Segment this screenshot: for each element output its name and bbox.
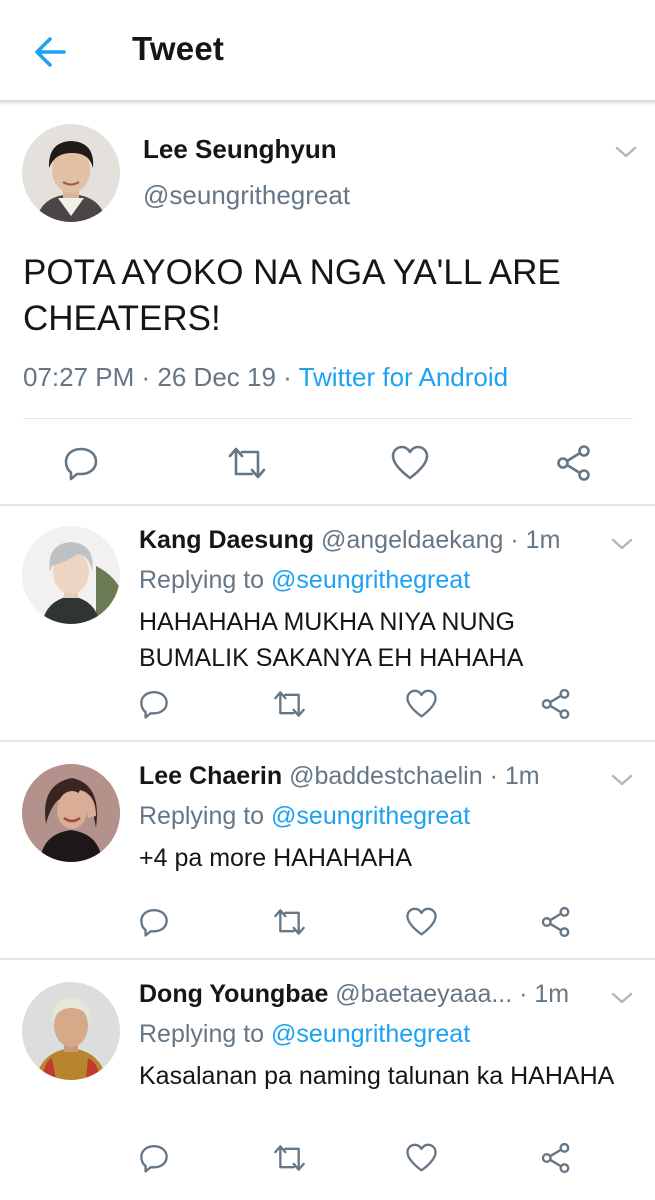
retweet-icon[interactable] <box>272 1142 307 1174</box>
retweet-icon[interactable] <box>226 444 268 482</box>
main-tweet: Lee Seunghyun @seungrithegreat POTA AYOK… <box>0 104 655 506</box>
reply-tweet[interactable]: Dong Youngbae @baetaeyaaa... · 1m Replyi… <box>0 960 655 1200</box>
retweet-icon[interactable] <box>272 906 307 938</box>
reply-author-handle[interactable]: @baddestchaelin · 1m <box>289 762 540 790</box>
share-icon[interactable] <box>540 906 572 938</box>
app-header: Tweet <box>0 0 655 102</box>
reply-text: HAHAHAHA MUKHA NIYA NUNG BUMALIK SAKANYA… <box>139 608 524 672</box>
replying-to: Replying to @seungrithegreat <box>139 802 470 831</box>
reply-author-name[interactable]: Dong Youngbae <box>139 980 328 1008</box>
author-name[interactable]: Lee Seunghyun <box>143 134 337 165</box>
divider <box>23 418 633 419</box>
reply-tweet[interactable]: Lee Chaerin @baddestchaelin · 1m Replyin… <box>0 742 655 960</box>
reply-text: +4 pa more HAHAHAHA <box>139 844 413 872</box>
share-icon[interactable] <box>540 1142 572 1174</box>
reply-author-handle[interactable]: @angeldaekang · 1m <box>321 526 560 554</box>
replying-to-mention[interactable]: @seungrithegreat <box>271 1020 470 1048</box>
tweet-source-link[interactable]: Twitter for Android <box>299 362 509 392</box>
page-title: Tweet <box>132 30 225 67</box>
chevron-down-icon[interactable] <box>609 772 635 788</box>
author-handle[interactable]: @seungrithegreat <box>143 180 350 211</box>
tweet-text: POTA AYOKO NA NGA YA'LL ARE CHEATERS! <box>23 253 561 338</box>
replying-to-label: Replying to <box>139 566 272 594</box>
replying-to-label: Replying to <box>139 1020 272 1048</box>
retweet-icon[interactable] <box>272 688 307 720</box>
avatar-dong-youngbae[interactable] <box>22 982 120 1080</box>
chevron-down-icon[interactable] <box>609 990 635 1006</box>
replying-to: Replying to @seungrithegreat <box>139 1020 470 1049</box>
replying-to-mention[interactable]: @seungrithegreat <box>271 802 470 830</box>
reply-header: Kang Daesung @angeldaekang · 1m <box>139 526 560 555</box>
tweet-meta: 07:27 PM · 26 Dec 19 · Twitter for Andro… <box>23 362 508 393</box>
avatar-kang-daesung[interactable] <box>22 526 120 624</box>
chevron-down-icon[interactable] <box>609 536 635 552</box>
reply-icon[interactable] <box>138 688 170 720</box>
like-heart-icon[interactable] <box>405 688 438 720</box>
share-icon[interactable] <box>540 688 572 720</box>
reply-text: Kasalanan pa naming talunan ka HAHAHA <box>139 1062 615 1090</box>
like-heart-icon[interactable] <box>405 906 438 938</box>
reply-header: Lee Chaerin @baddestchaelin · 1m <box>139 762 540 791</box>
avatar-lee-chaerin[interactable] <box>22 764 120 862</box>
replying-to-mention[interactable]: @seungrithegreat <box>271 566 470 594</box>
reply-header: Dong Youngbae @baetaeyaaa... · 1m <box>139 980 569 1009</box>
replying-to-label: Replying to <box>139 802 272 830</box>
back-arrow-icon[interactable] <box>30 32 74 72</box>
replying-to: Replying to @seungrithegreat <box>139 566 470 595</box>
like-heart-icon[interactable] <box>405 1142 438 1174</box>
reply-tweet[interactable]: Kang Daesung @angeldaekang · 1m Replying… <box>0 506 655 742</box>
reply-author-name[interactable]: Kang Daesung <box>139 526 314 554</box>
like-heart-icon[interactable] <box>390 444 430 482</box>
tweet-timestamp: 07:27 PM · 26 Dec 19 · <box>23 362 299 392</box>
reply-icon[interactable] <box>138 906 170 938</box>
chevron-down-icon[interactable] <box>613 144 639 160</box>
avatar-lee-seunghyun[interactable] <box>22 124 120 222</box>
reply-author-handle[interactable]: @baetaeyaaa... · 1m <box>335 980 569 1008</box>
reply-icon[interactable] <box>138 1142 170 1174</box>
reply-icon[interactable] <box>62 444 100 482</box>
share-icon[interactable] <box>555 444 593 482</box>
reply-author-name[interactable]: Lee Chaerin <box>139 762 282 790</box>
